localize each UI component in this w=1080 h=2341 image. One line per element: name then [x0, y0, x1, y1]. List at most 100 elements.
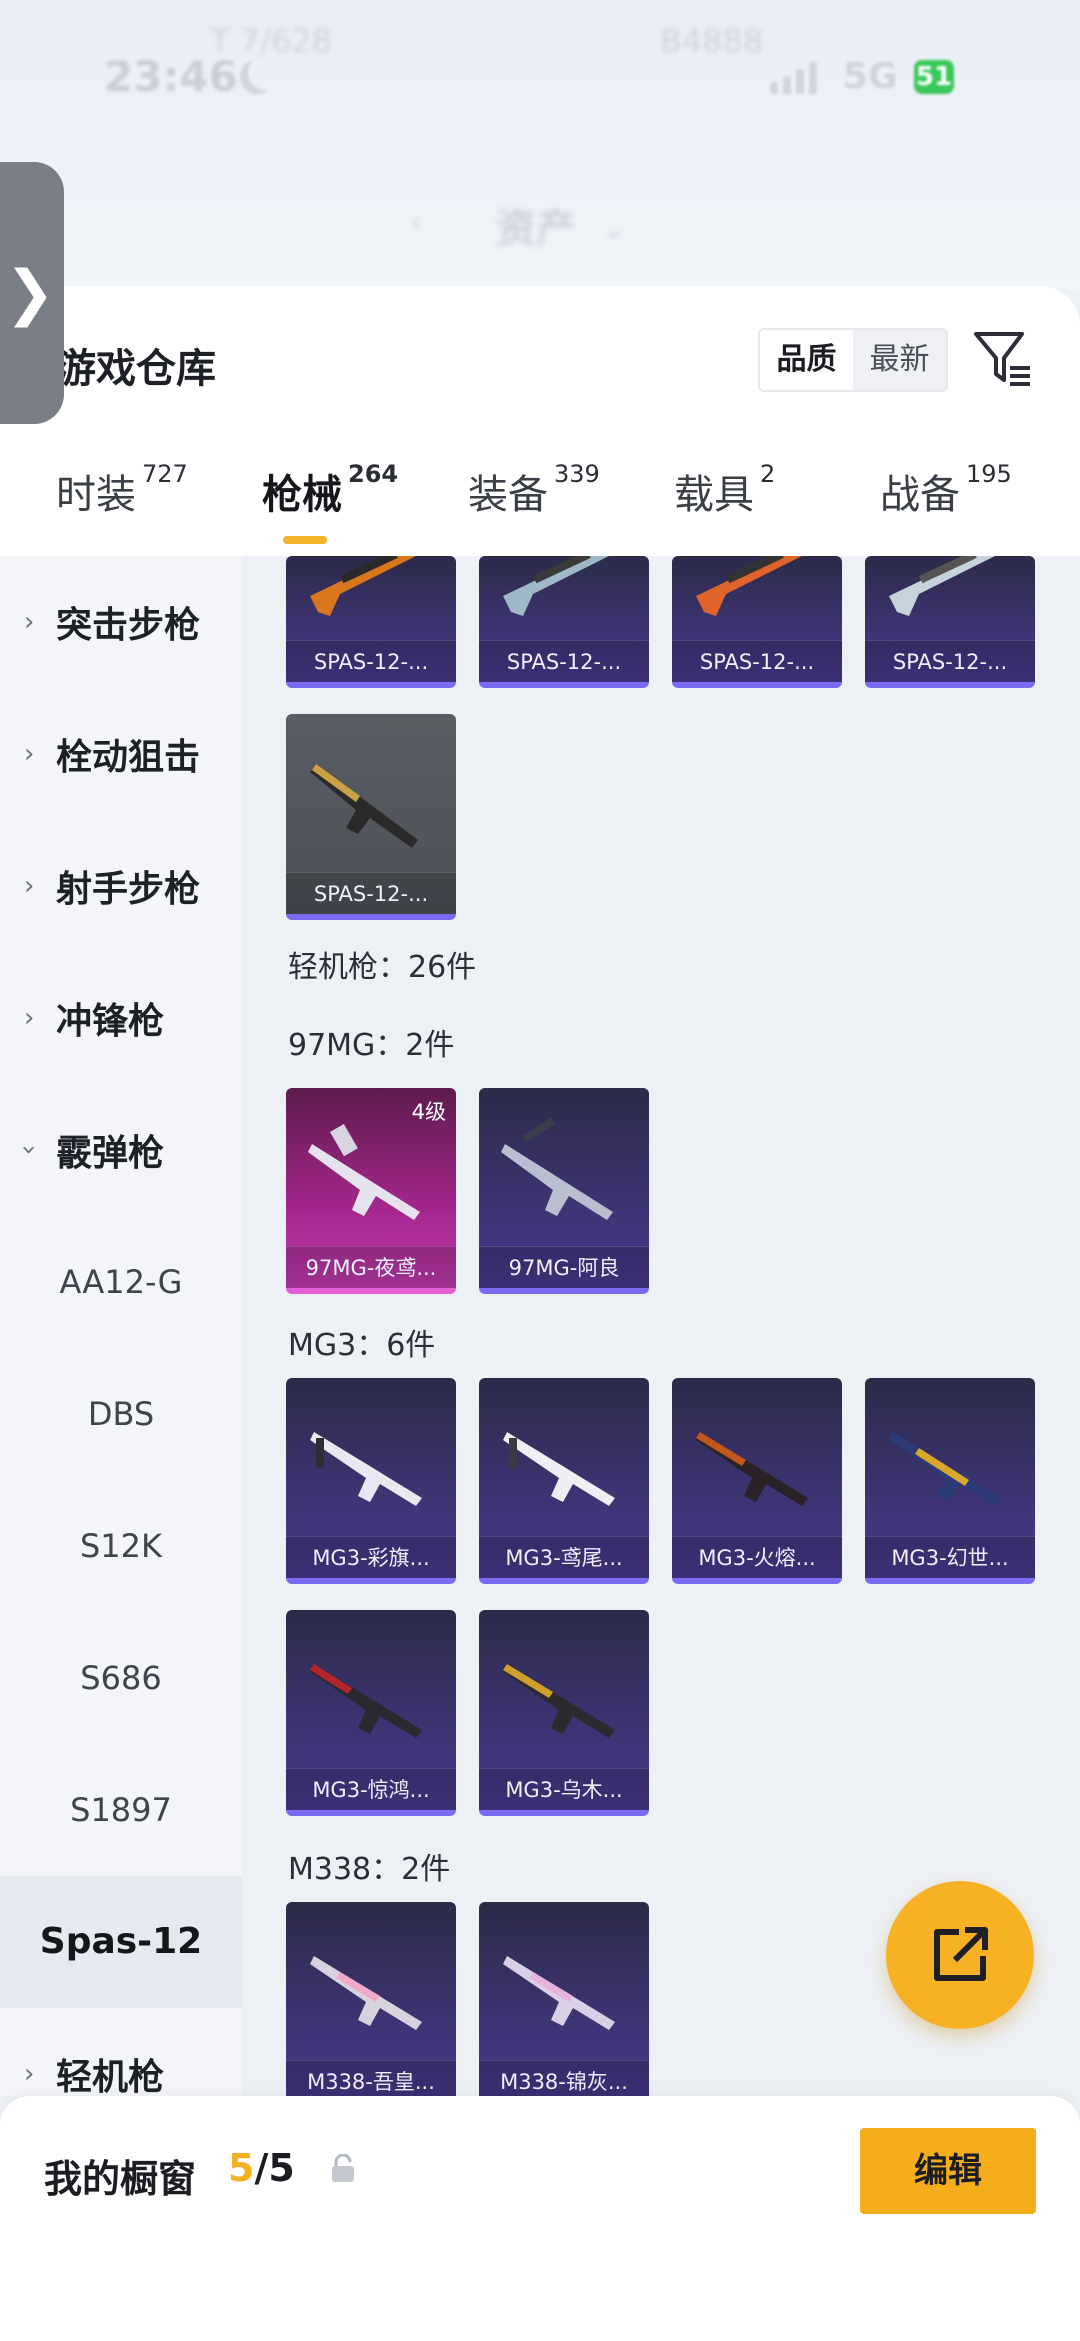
group-header-97mg: 97MG：2件 [288, 1028, 455, 1063]
sidebar-subitem-s12k[interactable]: S12K [0, 1480, 242, 1612]
item-name: SPAS-12-... [865, 640, 1035, 682]
shotgun-icon [310, 556, 416, 616]
status-bar: 23:46 T 7/628 B4888 5G 51 ‹ 资产 ⌄ [0, 0, 1080, 290]
item-name: SPAS-12-... [479, 640, 649, 682]
tab-label: 载具 [674, 472, 754, 518]
tab-firearms[interactable]: 枪械 264 [262, 460, 399, 520]
item-card[interactable]: MG3-彩旗... [286, 1378, 456, 1584]
tab-count: 195 [966, 460, 1012, 488]
machine-gun-icon [310, 1664, 422, 1738]
shotgun-icon [889, 556, 995, 616]
item-name: 97MG-夜鸢... [286, 1246, 456, 1288]
active-tab-indicator [283, 536, 327, 544]
item-card[interactable]: MG3-幻世... [865, 1378, 1035, 1584]
item-level-badge: 4级 [411, 1100, 446, 1124]
item-card[interactable]: MG3-惊鸿... [286, 1610, 456, 1816]
item-card[interactable]: SPAS-12-... [286, 556, 456, 688]
showcase-count: 5/5 [228, 2146, 295, 2190]
tab-count: 727 [142, 460, 188, 488]
tab-label: 战备 [880, 472, 960, 518]
chevron-right-icon: ❯ [4, 258, 56, 328]
sidebar-item-label: 射手步枪 [56, 869, 201, 910]
group-header-mg3: MG3：6件 [288, 1328, 436, 1363]
drawer-handle-button[interactable]: ❯ [0, 162, 64, 424]
lock-icon [332, 2154, 354, 2182]
sidebar-subitem-spas12[interactable]: Spas-12 [0, 1876, 242, 2008]
item-name: MG3-彩旗... [286, 1536, 456, 1578]
shotgun-icon [310, 764, 418, 848]
signal-icon [770, 60, 817, 94]
tab-supplies[interactable]: 战备 195 [880, 460, 1012, 520]
tab-count: 264 [348, 460, 399, 488]
sidebar-subitem-s686[interactable]: S686 [0, 1612, 242, 1744]
item-grid: SPAS-12-... SPAS-12-... SPAS-12-... SPAS… [242, 556, 1080, 2096]
item-card[interactable]: SPAS-12-... [865, 556, 1035, 688]
item-name: M338-吾皇... [286, 2060, 456, 2096]
item-card[interactable]: SPAS-12-... [286, 714, 456, 920]
machine-gun-icon [503, 1956, 615, 2030]
shotgun-icon [503, 556, 609, 616]
tab-label: 时装 [56, 472, 136, 518]
item-name: MG3-幻世... [865, 1536, 1035, 1578]
tab-fashion[interactable]: 时装 727 [56, 460, 188, 520]
tab-count: 2 [760, 460, 776, 488]
showcase-count-current: 5 [228, 2146, 255, 2190]
network-label: 5G [843, 56, 898, 97]
sidebar-subitem-dbs[interactable]: DBS [0, 1348, 242, 1480]
battery-icon: 51 [914, 60, 954, 94]
group-header-m338: M338：2件 [288, 1852, 451, 1887]
tab-label: 枪械 [262, 472, 342, 518]
moon-icon [248, 56, 282, 90]
item-name: SPAS-12-... [672, 640, 842, 682]
item-card[interactable]: MG3-乌木... [479, 1610, 649, 1816]
filter-icon[interactable] [972, 328, 1034, 390]
category-tabs: 时装 727 枪械 264 装备 339 载具 2 战备 195 [0, 460, 1080, 542]
sidebar-item-label: 冲锋枪 [56, 1001, 165, 1042]
share-icon [934, 1927, 988, 1981]
chevron-right-icon: › [24, 1003, 35, 1033]
tab-vehicles[interactable]: 载具 2 [674, 460, 776, 520]
item-card[interactable]: SPAS-12-... [479, 556, 649, 688]
item-name: SPAS-12-... [286, 640, 456, 682]
machine-gun-icon [503, 1664, 615, 1738]
chevron-right-icon: › [24, 739, 35, 769]
item-name: MG3-乌木... [479, 1768, 649, 1810]
item-card[interactable]: MG3-鸢尾... [479, 1378, 649, 1584]
share-button[interactable] [886, 1881, 1034, 2029]
tab-label: 装备 [468, 472, 548, 518]
item-card[interactable]: MG3-火熔... [672, 1378, 842, 1584]
chevron-down-icon[interactable]: ⌄ [602, 212, 625, 245]
edit-button[interactable]: 编辑 [860, 2128, 1036, 2214]
sidebar-item-shotgun[interactable]: › 霰弹枪 [0, 1084, 242, 1216]
showcase-count-total: /5 [254, 2146, 295, 2190]
chevron-down-icon: › [14, 1144, 45, 1156]
item-card[interactable]: 97MG-阿良 [479, 1088, 649, 1294]
sidebar-item-smg[interactable]: › 冲锋枪 [0, 952, 242, 1084]
warehouse-panel: 游戏仓库 品质 最新 时装 727 枪械 264 装备 339 载具 2 战备 195 [0, 286, 1080, 556]
sidebar-item-marksman-rifle[interactable]: › 射手步枪 [0, 820, 242, 952]
item-card[interactable]: SPAS-12-... [672, 556, 842, 688]
shotgun-icon [696, 556, 802, 616]
item-name: MG3-惊鸿... [286, 1768, 456, 1810]
sort-quality-button[interactable]: 品质 [760, 330, 853, 390]
tab-equipment[interactable]: 装备 339 [468, 460, 600, 520]
chevron-right-icon: › [24, 607, 35, 637]
sidebar-item-bolt-sniper[interactable]: › 栓动狙击 [0, 688, 242, 820]
chevron-right-icon: › [24, 2059, 35, 2089]
item-name: M338-锦灰... [479, 2060, 649, 2096]
machine-gun-icon [501, 1118, 613, 1220]
tab-count: 339 [554, 460, 600, 488]
sort-toggle: 品质 最新 [758, 328, 948, 392]
sidebar-item-assault-rifle[interactable]: › 突击步枪 [0, 556, 242, 688]
sidebar-item-label: 突击步枪 [56, 605, 201, 646]
sidebar-subitem-aa12g[interactable]: AA12-G [0, 1216, 242, 1348]
machine-gun-icon [503, 1432, 615, 1506]
sidebar-subitem-s1897[interactable]: S1897 [0, 1744, 242, 1876]
status-notification-2: B4888 [660, 22, 764, 60]
sort-newest-button[interactable]: 最新 [853, 330, 946, 390]
back-icon[interactable]: ‹ [410, 205, 422, 240]
item-card[interactable]: 4级 97MG-夜鸢... [286, 1088, 456, 1294]
item-card[interactable]: M338-吾皇... [286, 1902, 456, 2096]
item-card[interactable]: M338-锦灰... [479, 1902, 649, 2096]
sidebar-item-label: 轻机枪 [56, 2057, 165, 2098]
